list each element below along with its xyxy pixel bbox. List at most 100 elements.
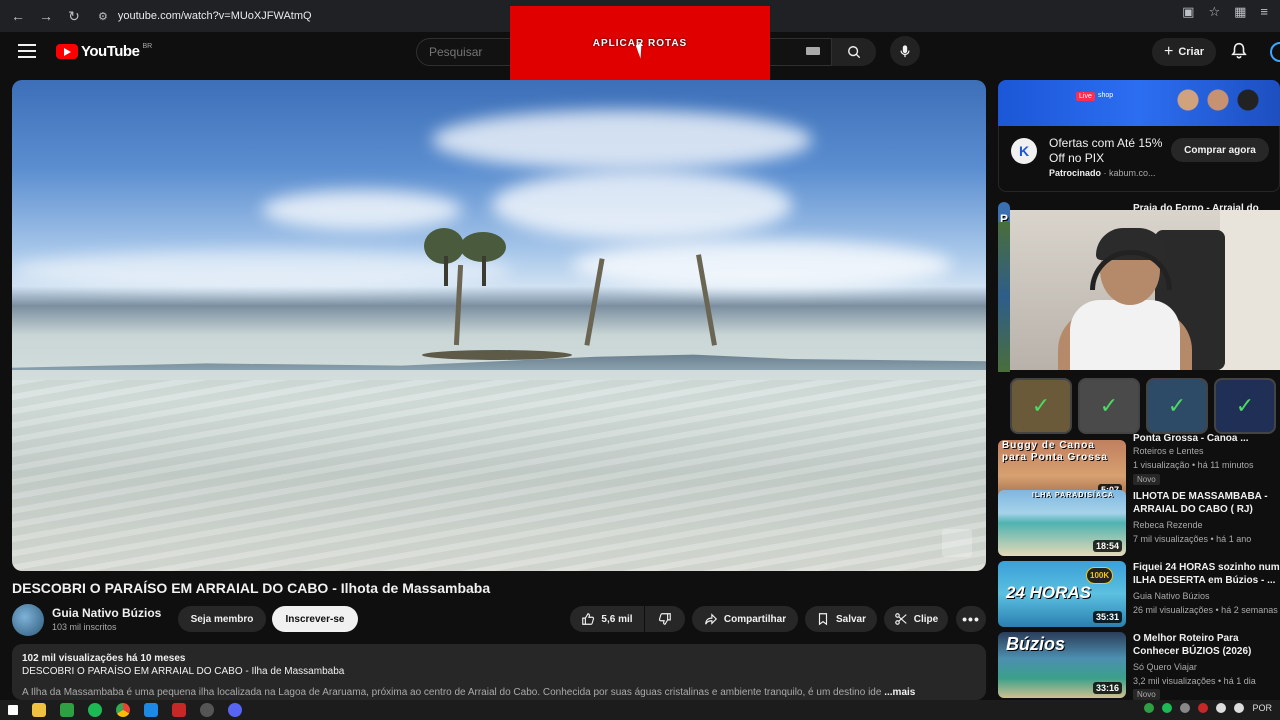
forward-icon[interactable]: → bbox=[32, 2, 60, 30]
browser-menu-icon[interactable]: ≡ bbox=[1260, 4, 1268, 20]
hamburger-menu-icon[interactable] bbox=[18, 44, 36, 58]
scissors-icon bbox=[894, 613, 907, 625]
keyboard-icon[interactable] bbox=[806, 47, 820, 55]
install-app-icon[interactable]: ▣ bbox=[1182, 4, 1194, 20]
more-actions-button[interactable]: ••• bbox=[956, 606, 986, 632]
related-video-title[interactable]: O Melhor Roteiro Para Conhecer BÚZIOS (2… bbox=[1133, 632, 1280, 658]
save-label: Salvar bbox=[835, 613, 867, 625]
app-icon[interactable] bbox=[172, 703, 186, 717]
language-indicator[interactable]: POR bbox=[1252, 703, 1272, 713]
tray-app-icon[interactable] bbox=[1144, 703, 1155, 713]
like-button[interactable]: 5,6 mil bbox=[570, 606, 644, 632]
url-text[interactable]: youtube.com/watch?v=MUoXJFWAtmQ bbox=[118, 10, 312, 22]
video-thumbnail[interactable]: ILHA PARADISÍACA 18:54 bbox=[998, 490, 1126, 556]
file-explorer-icon[interactable] bbox=[32, 703, 46, 717]
show-more-link[interactable]: ...mais bbox=[884, 687, 915, 698]
ad-title: Ofertas com Até 15% Off no PIX bbox=[1049, 136, 1163, 165]
sponsored-label: Patrocinado bbox=[1049, 168, 1102, 178]
advertiser-domain: kabum.co... bbox=[1109, 168, 1156, 178]
related-video-meta: 7 mil visualizações • há 1 ano bbox=[1133, 534, 1252, 544]
ad-sponsor-line: Patrocinado · kabum.co... bbox=[1049, 168, 1156, 178]
new-badge: Novo bbox=[1133, 474, 1160, 485]
description-body: A Ilha da Massambaba é uma pequena ilha … bbox=[22, 687, 882, 698]
microphone-icon bbox=[900, 45, 910, 58]
youtube-logo[interactable]: YouTube BR bbox=[56, 43, 152, 60]
search-button[interactable] bbox=[832, 38, 876, 66]
voice-search-button[interactable] bbox=[890, 36, 920, 66]
related-video[interactable]: ILHA PARADISÍACA 18:54 ILHOTA DE MASSAMB… bbox=[998, 490, 1280, 556]
related-video-meta: 3,2 mil visualizações • há 1 dia bbox=[1133, 676, 1256, 686]
clip-button[interactable]: Clipe bbox=[884, 606, 948, 632]
create-button[interactable]: + Criar bbox=[1152, 38, 1216, 66]
tray-app-icon[interactable] bbox=[1198, 703, 1209, 713]
region-code: BR bbox=[142, 43, 153, 50]
related-video[interactable]: 24 HORAS 100K 35:31 Fiquei 24 HORAS sozi… bbox=[998, 561, 1280, 627]
related-video-title[interactable]: Ponta Grossa - Canoa ... bbox=[1133, 432, 1280, 445]
extensions-icon[interactable]: ▦ bbox=[1234, 4, 1246, 20]
video-player[interactable] bbox=[12, 80, 986, 571]
account-avatar[interactable] bbox=[1270, 42, 1280, 62]
description-box[interactable]: 102 mil visualizações há 10 meses DESCOB… bbox=[12, 644, 986, 700]
clip-label: Clipe bbox=[913, 613, 939, 625]
notifications-bell-icon[interactable] bbox=[1230, 42, 1248, 65]
join-button[interactable]: Seja membro bbox=[178, 606, 266, 632]
bookmark-icon bbox=[818, 613, 828, 626]
channel-avatar[interactable] bbox=[12, 604, 44, 636]
volume-icon[interactable] bbox=[1234, 703, 1245, 713]
streamer-webcam bbox=[1010, 210, 1280, 370]
thumbnail-text: 24 HORAS bbox=[1006, 583, 1092, 602]
channel-name[interactable]: Guia Nativo Búzios bbox=[52, 606, 161, 620]
like-count: 5,6 mil bbox=[601, 613, 633, 625]
network-icon[interactable] bbox=[1216, 703, 1227, 713]
description-headline: DESCOBRI O PARAÍSO EM ARRAIAL DO CABO - … bbox=[22, 666, 345, 677]
related-video-title[interactable]: Fiquei 24 HORAS sozinho num ILHA DESERTA… bbox=[1133, 561, 1280, 587]
related-video-channel[interactable]: Guia Nativo Búzios bbox=[1133, 591, 1210, 601]
related-video-channel[interactable]: Só Quero Viajar bbox=[1133, 662, 1197, 672]
view-stats: 102 mil visualizações há 10 meses bbox=[22, 653, 186, 664]
windows-start-icon[interactable] bbox=[8, 705, 18, 715]
create-label: Criar bbox=[1178, 46, 1205, 58]
advertiser-logo: K bbox=[1011, 138, 1037, 164]
app-icon[interactable] bbox=[60, 703, 74, 717]
related-video-channel[interactable]: Rebeca Rezende bbox=[1133, 520, 1203, 530]
related-video-meta: 26 mil visualizações • há 2 semanas bbox=[1133, 605, 1278, 615]
subscribe-button[interactable]: Inscrever-se bbox=[272, 606, 358, 632]
tray-app-icon[interactable] bbox=[1162, 703, 1173, 713]
share-button[interactable]: Compartilhar bbox=[692, 606, 798, 632]
bookmark-star-icon[interactable]: ☆ bbox=[1208, 4, 1220, 20]
site-settings-icon[interactable]: ⚙ bbox=[98, 10, 108, 23]
app-icon[interactable] bbox=[144, 703, 158, 717]
reload-icon[interactable]: ↻ bbox=[60, 2, 88, 30]
subscribe-label: Inscrever-se bbox=[285, 613, 345, 625]
shop-now-button[interactable]: Comprar agora bbox=[1171, 138, 1269, 162]
related-video-title[interactable]: ILHOTA DE MASSAMBABA - ARRAIAL DO CABO (… bbox=[1133, 490, 1280, 516]
windows-taskbar: POR bbox=[0, 700, 1280, 720]
discord-icon[interactable] bbox=[228, 703, 242, 717]
ad-banner-image[interactable]: Live shop bbox=[998, 80, 1280, 126]
spotify-icon[interactable] bbox=[88, 703, 102, 717]
share-label: Compartilhar bbox=[723, 613, 787, 625]
ad-card[interactable]: K Ofertas com Até 15% Off no PIX Patroci… bbox=[998, 126, 1280, 192]
obs-icon[interactable] bbox=[200, 703, 214, 717]
subscriber-count: 103 mil inscritos bbox=[52, 622, 117, 632]
video-title: DESCOBRI O PARAÍSO EM ARRAIAL DO CABO - … bbox=[12, 580, 491, 596]
video-duration: 33:16 bbox=[1092, 682, 1122, 694]
miniplayer-preview bbox=[942, 529, 972, 557]
related-video-channel[interactable]: Roteiros e Lentes bbox=[1133, 446, 1204, 456]
new-badge: Novo bbox=[1133, 689, 1160, 700]
tray-app-icon[interactable] bbox=[1180, 703, 1191, 713]
save-button[interactable]: Salvar bbox=[805, 606, 877, 632]
logo-text: YouTube bbox=[81, 43, 140, 60]
related-video[interactable]: Búzios 33:16 O Melhor Roteiro Para Conhe… bbox=[998, 632, 1280, 700]
thumbs-up-icon bbox=[582, 613, 595, 625]
thumbnail-text: Búzios bbox=[1006, 634, 1066, 654]
thumbnail-strip bbox=[998, 222, 1010, 372]
video-thumbnail[interactable]: Búzios 33:16 bbox=[998, 632, 1126, 698]
thumbnail-text: ILHA PARADISÍACA bbox=[1032, 492, 1115, 499]
related-video[interactable]: Buggy de Canoa para Ponta Grossa 5:07 Po… bbox=[998, 418, 1280, 500]
back-icon[interactable]: ← bbox=[4, 2, 32, 30]
chrome-icon[interactable] bbox=[116, 703, 130, 717]
video-thumbnail[interactable]: 24 HORAS 100K 35:31 bbox=[998, 561, 1126, 627]
dislike-button[interactable] bbox=[645, 606, 685, 632]
join-label: Seja membro bbox=[190, 613, 254, 625]
